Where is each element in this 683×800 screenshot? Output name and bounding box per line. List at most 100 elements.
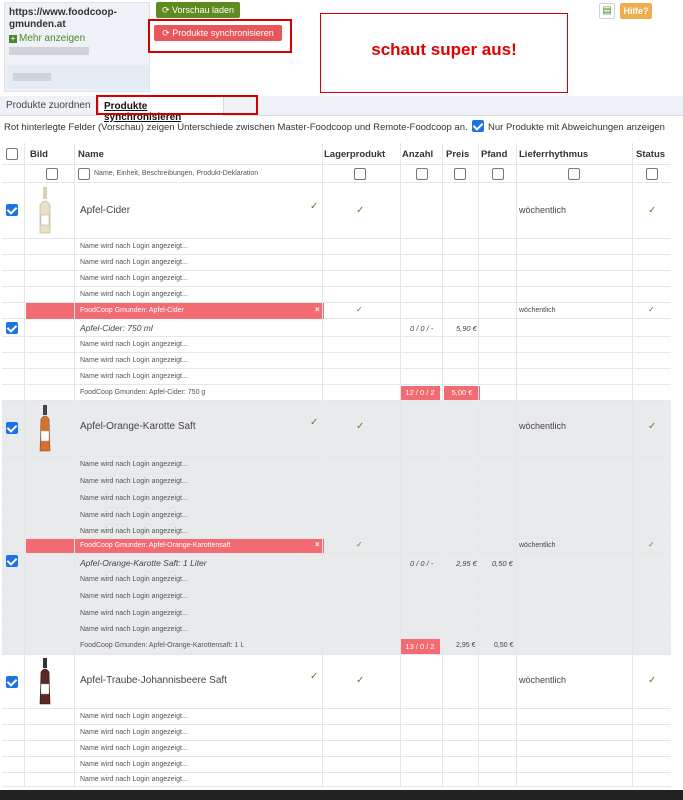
placeholder-row: Name wird nach Login angezeigt... (2, 353, 671, 369)
master-checkbox[interactable] (6, 555, 18, 567)
placeholder-row: Name wird nach Login angezeigt... (2, 525, 671, 539)
filter-anzahl-checkbox[interactable] (416, 168, 428, 180)
filter-status-checkbox[interactable] (646, 168, 658, 180)
print-button[interactable]: ▤ (599, 3, 615, 19)
filter-name-label: Name, Einheit, Beschreibungen, Produkt-D… (94, 170, 259, 177)
master-product-row: Apfel-Cider: 750 ml 0 / 0 / - 5,90 € (2, 319, 671, 337)
placeholder-text: Name wird nach Login angezeigt... (80, 761, 188, 768)
placeholder-text: Name wird nach Login angezeigt... (80, 461, 188, 468)
blurred-panel (7, 65, 149, 89)
placeholder-text: Name wird nach Login angezeigt... (80, 593, 188, 600)
filter-checkbox[interactable] (472, 120, 484, 132)
remote-product-label: FoodCoop Gmunden: Apfel-Orange-Karottens… (80, 542, 231, 549)
info-text: Rot hinterlegte Felder (Vorschau) zeigen… (4, 122, 468, 133)
table-filter-row: Name, Einheit, Beschreibungen, Produkt-D… (2, 165, 671, 183)
remote-preis-diff: 5,00 € (444, 386, 480, 400)
check-icon: ✓ (356, 305, 363, 314)
product-name: Apfel-Orange-Karotte Saft (80, 421, 196, 432)
placeholder-text: Name wird nach Login angezeigt... (80, 243, 188, 250)
delivery-rhythm: wöchentlich (519, 675, 567, 685)
remote-product-label: FoodCoop Gmunden: Apfel-Cider (80, 307, 184, 314)
header-bild: Bild (30, 149, 48, 160)
window-bottom-edge (0, 790, 683, 800)
placeholder-row: Name wird nach Login angezeigt... (2, 239, 671, 255)
master-anzahl: 0 / 0 / - (410, 559, 434, 568)
filter-bild-checkbox[interactable] (46, 168, 58, 180)
preview-button[interactable]: ⟳ Vorschau laden (156, 2, 240, 18)
check-icon: ✓ (356, 421, 365, 432)
check-icon: ✓ (648, 305, 655, 314)
filter-label: Nur Produkte mit Abweichungen anzeigen (488, 122, 665, 133)
master-product-line: Apfel-Orange-Karotte Saft: 1 Liter (80, 558, 207, 568)
check-icon: ✓ (356, 205, 365, 216)
blurred-text (9, 47, 89, 55)
refresh-icon: ⟳ (161, 5, 172, 15)
column-divider (322, 143, 323, 787)
placeholder-row: Name wird nach Login angezeigt... (2, 337, 671, 353)
show-more-link[interactable]: + Mehr anzeigen (9, 33, 85, 44)
tab-produkte-zuordnen[interactable]: Produkte zuordnen (6, 100, 91, 111)
placeholder-text: Name wird nach Login angezeigt... (80, 291, 188, 298)
comment-box: schaut super aus! (320, 13, 568, 93)
product-checkbox[interactable] (6, 422, 18, 434)
product-checkbox[interactable] (6, 204, 18, 216)
close-icon[interactable]: × (315, 540, 320, 549)
placeholder-row: Name wird nach Login angezeigt... (2, 287, 671, 303)
remote-preis: 2,95 € (456, 642, 476, 649)
placeholder-text: Name wird nach Login angezeigt... (80, 275, 188, 282)
remote-product-line: FoodCoop Gmunden: Apfel-Orange-Karottens… (80, 642, 245, 649)
placeholder-row: Name wird nach Login angezeigt... (2, 271, 671, 287)
placeholder-row: Name wird nach Login angezeigt... (2, 589, 671, 606)
filter-lager-checkbox[interactable] (354, 168, 366, 180)
remote-detail-row: FoodCoop Gmunden: Apfel-Cider: 750 g 12 … (2, 385, 671, 401)
placeholder-text: Name wird nach Login angezeigt... (80, 495, 188, 502)
master-product-row: Apfel-Orange-Karotte Saft: 1 Liter 0 / 0… (2, 553, 671, 572)
placeholder-text: Name wird nach Login angezeigt... (80, 373, 188, 380)
master-preis: 5,90 € (456, 324, 477, 333)
placeholder-row: Name wird nach Login angezeigt... (2, 457, 671, 474)
check-icon: ✓ (648, 675, 657, 686)
remote-rhythm: wöchentlich (519, 307, 556, 314)
product-name: Apfel-Traube-Johannisbeere Saft (80, 675, 227, 686)
remote-detail-row: FoodCoop Gmunden: Apfel-Orange-Karottens… (2, 638, 671, 655)
bottle-image (39, 405, 51, 452)
placeholder-row: Name wird nach Login angezeigt... (2, 508, 671, 525)
master-checkbox[interactable] (6, 322, 18, 334)
placeholder-row: Name wird nach Login angezeigt... (2, 491, 671, 508)
check-icon: ✓ (310, 671, 319, 682)
placeholder-text: Name wird nach Login angezeigt... (80, 610, 188, 617)
printer-icon: ▤ (602, 5, 612, 16)
select-all-checkbox[interactable] (6, 148, 18, 160)
delivery-rhythm: wöchentlich (519, 205, 567, 215)
blurred-text (13, 73, 51, 81)
check-icon: ✓ (310, 201, 319, 212)
close-icon[interactable]: × (315, 305, 320, 314)
product-checkbox[interactable] (6, 676, 18, 688)
column-divider (400, 143, 401, 787)
filter-name-checkbox[interactable] (78, 168, 90, 180)
placeholder-row: Name wird nach Login angezeigt... (2, 623, 671, 638)
product-row[interactable]: Apfel-Orange-Karotte Saft ✓ ✓ wöchentlic… (2, 401, 671, 457)
column-divider (632, 143, 633, 787)
sync-highlight-box (148, 19, 292, 53)
filter-preis-checkbox[interactable] (454, 168, 466, 180)
header-name: Name (78, 149, 104, 160)
placeholder-text: Name wird nach Login angezeigt... (80, 745, 188, 752)
foodcoop-info-panel: https://www.foodcoop-gmunden.at + Mehr an… (4, 2, 150, 92)
filter-lieferrhythmus-checkbox[interactable] (568, 168, 580, 180)
placeholder-text: Name wird nach Login angezeigt... (80, 341, 188, 348)
placeholder-text: Name wird nach Login angezeigt... (80, 576, 188, 583)
check-icon: ✓ (648, 205, 657, 216)
placeholder-row: Name wird nach Login angezeigt... (2, 606, 671, 623)
product-row[interactable]: Apfel-Cider ✓ ✓ wöchentlich ✓ (2, 183, 671, 239)
product-name: Apfel-Cider (80, 205, 131, 216)
comment-text: schaut super aus! (371, 40, 517, 59)
help-button[interactable]: Hilfe? (620, 3, 652, 19)
column-divider (442, 143, 443, 787)
check-icon: ✓ (310, 417, 319, 428)
filter-pfand-checkbox[interactable] (492, 168, 504, 180)
master-pfand: 0,50 € (492, 559, 513, 568)
product-row[interactable]: Apfel-Traube-Johannisbeere Saft ✓ ✓ wöch… (2, 655, 671, 709)
remote-pfand: 0,50 € (494, 642, 514, 649)
header-lagerprodukt: Lagerprodukt (324, 149, 386, 160)
